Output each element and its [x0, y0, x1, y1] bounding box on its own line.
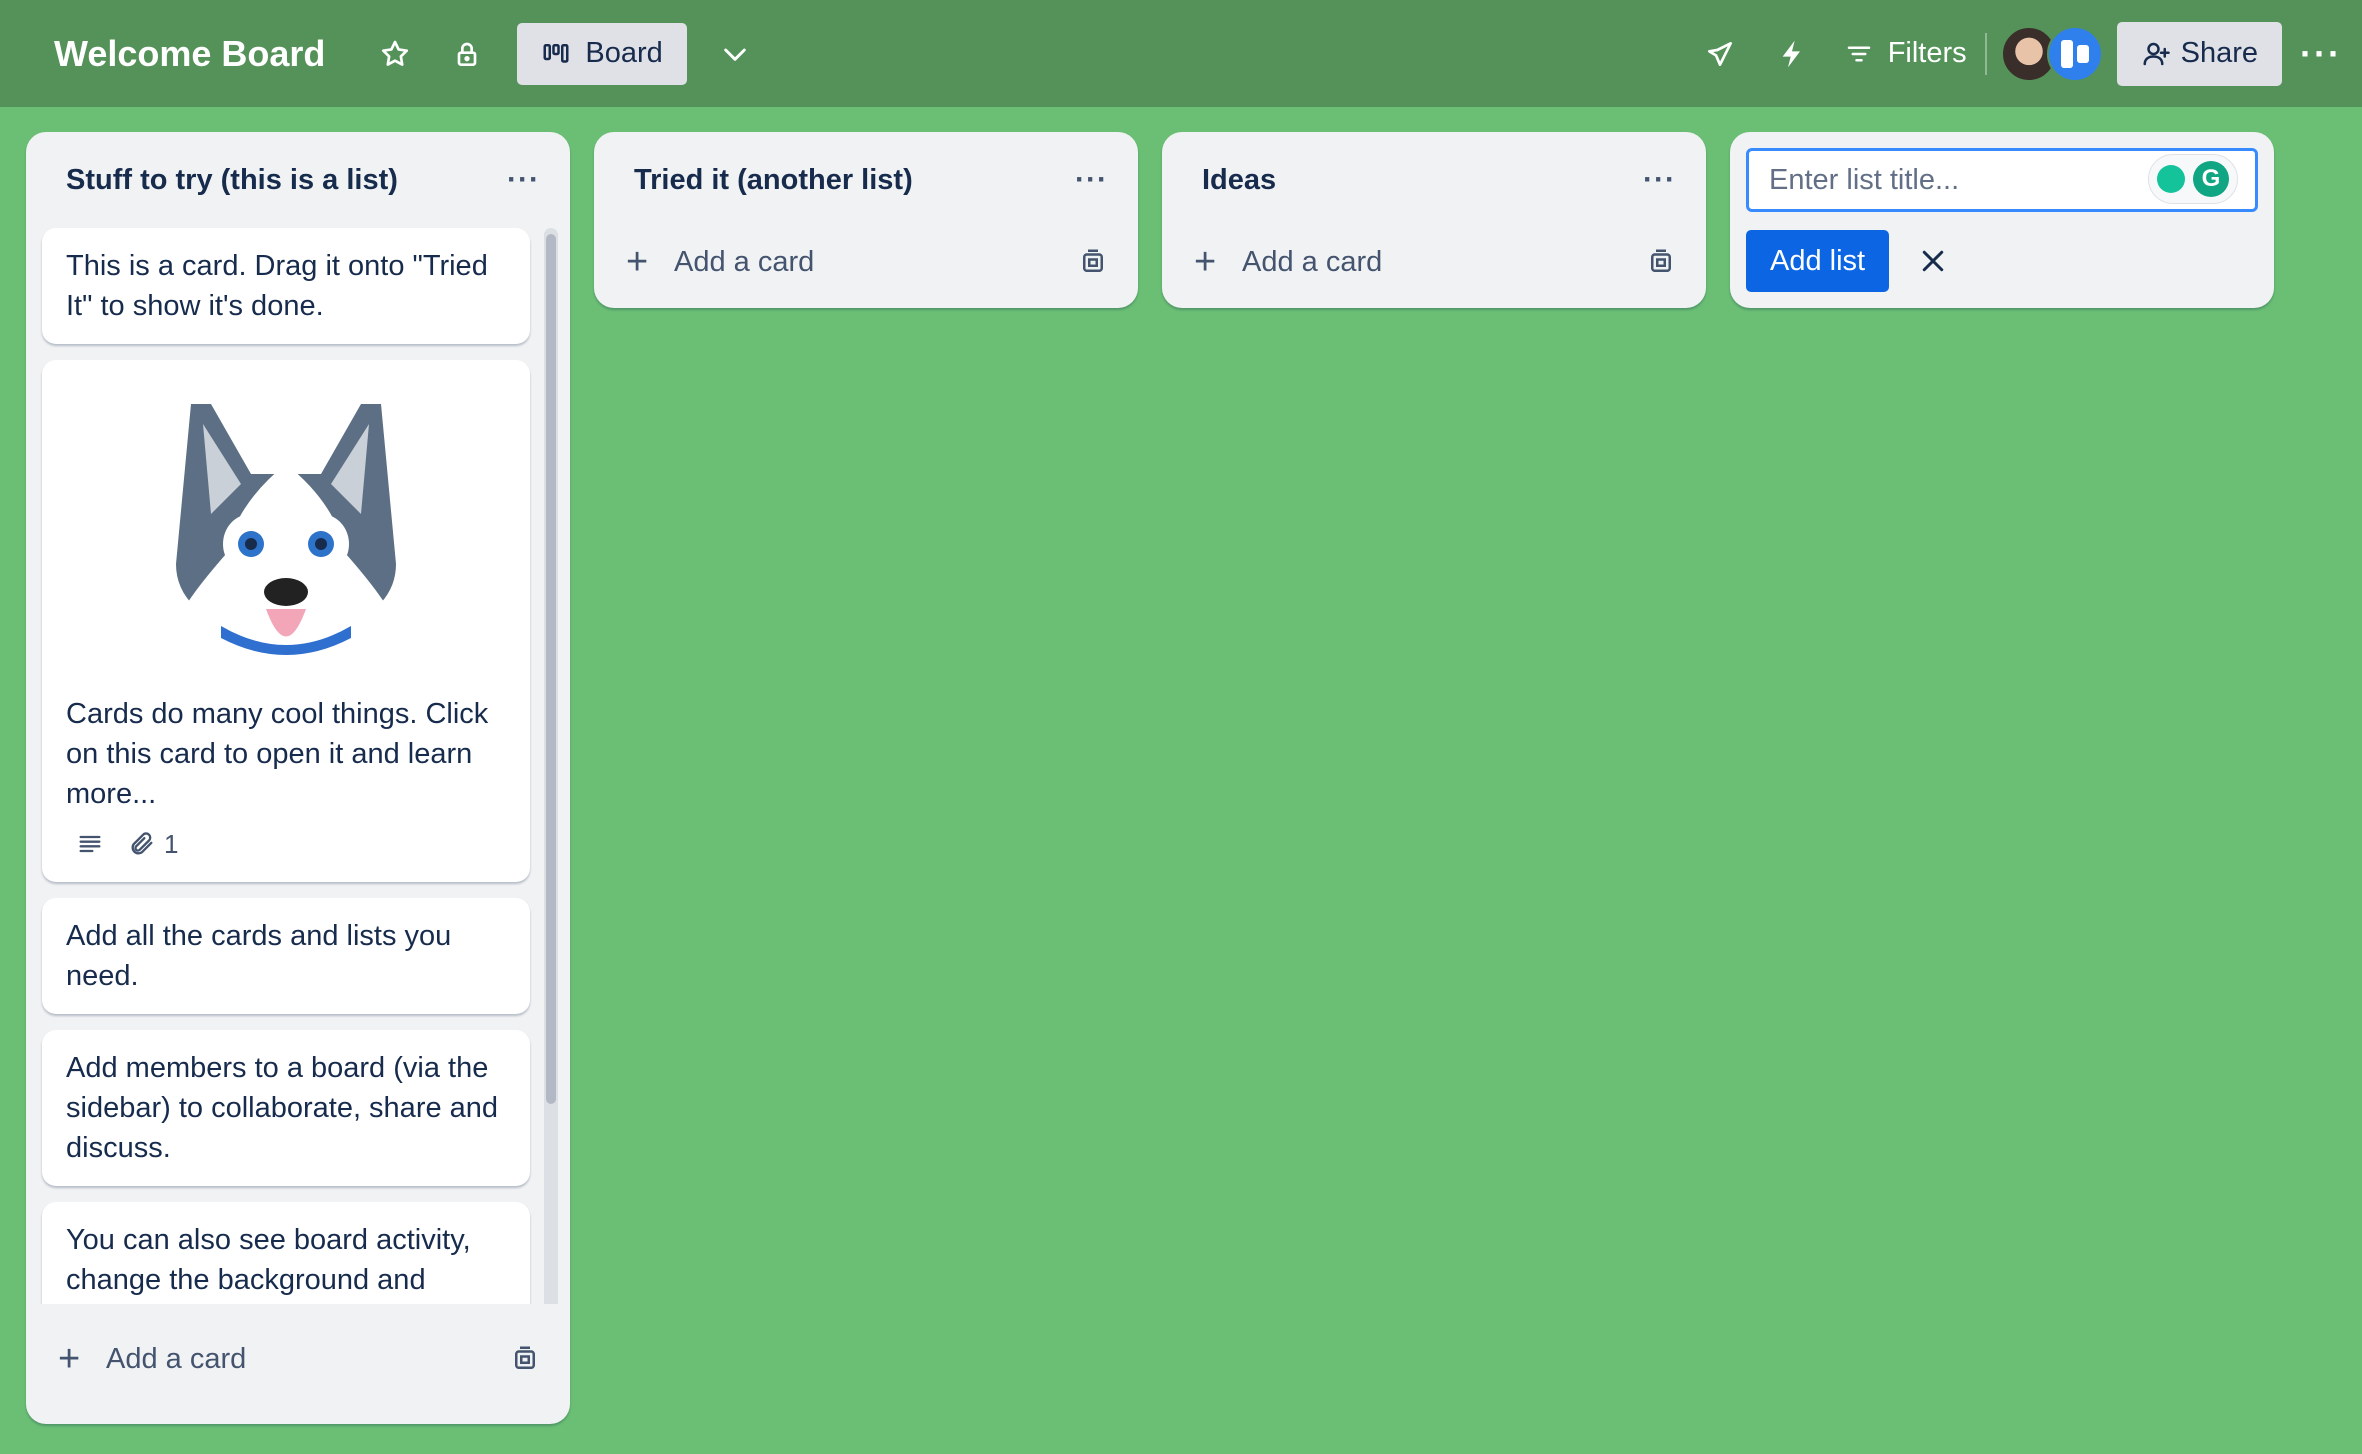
board-view-icon [543, 43, 569, 63]
card[interactable]: Add all the cards and lists you need. [42, 898, 530, 1014]
list-header: Tried it (another list) ··· [594, 132, 1138, 228]
add-card-button[interactable]: + Add a card [1162, 228, 1706, 296]
automation-icon[interactable] [1762, 24, 1822, 84]
card-badges: 1 [66, 824, 506, 864]
share-label: Share [2180, 37, 2259, 69]
card-list: This is a card. Drag it onto "Tried It" … [26, 228, 570, 1304]
create-from-template-icon[interactable] [510, 1344, 540, 1374]
filters-label: Filters [1887, 37, 1967, 69]
husky-image [66, 374, 506, 684]
board-view-button[interactable]: Board [517, 22, 687, 85]
plus-icon: + [1194, 241, 1217, 283]
list-title[interactable]: Tried it (another list) [634, 164, 913, 197]
power-ups-icon[interactable] [1690, 24, 1750, 84]
card[interactable]: Add members to a board (via the sidebar)… [42, 1030, 530, 1186]
list-menu-icon[interactable]: ··· [1075, 163, 1108, 197]
filters-button[interactable]: Filters [1844, 37, 1967, 70]
star-icon[interactable] [365, 24, 425, 84]
card-text: Add all the cards and lists you need. [66, 920, 452, 992]
card[interactable]: This is a card. Drag it onto "Tried It" … [42, 228, 530, 344]
description-icon [79, 835, 101, 853]
add-card-button[interactable]: + Add a card [26, 1304, 570, 1414]
more-options-icon[interactable]: ··· [2300, 33, 2342, 75]
grammarly-widget[interactable]: G [2148, 154, 2238, 204]
list-title[interactable]: Stuff to try (this is a list) [66, 164, 398, 197]
add-person-icon [2143, 42, 2170, 65]
grammarly-logo-icon[interactable]: G [2193, 161, 2229, 197]
list-ideas: Ideas ··· + Add a card [1162, 132, 1706, 308]
card-text: Cards do many cool things. Click on this… [66, 698, 489, 810]
list-header: Ideas ··· [1162, 132, 1706, 228]
chevron-down-icon[interactable] [705, 24, 765, 84]
add-card-label: Add a card [1242, 245, 1383, 278]
trello-avatar[interactable] [2046, 25, 2103, 82]
filter-icon [1847, 46, 1870, 61]
list-tried-it: Tried it (another list) ··· + Add a card [594, 132, 1138, 308]
header-divider [1984, 32, 1987, 75]
card[interactable]: Cards do many cool things. Click on this… [42, 360, 530, 882]
card[interactable]: You can also see board activity, change … [42, 1202, 530, 1304]
create-from-template-icon[interactable] [1646, 247, 1676, 277]
close-icon[interactable] [1913, 241, 1953, 281]
add-card-label: Add a card [674, 245, 815, 278]
card-text: This is a card. Drag it onto "Tried It" … [66, 250, 488, 322]
board-title[interactable]: Welcome Board [54, 33, 325, 75]
add-list-actions: Add list [1746, 230, 2258, 292]
add-card-button[interactable]: + Add a card [594, 228, 1138, 296]
add-list-button[interactable]: Add list [1746, 230, 1890, 292]
list-header: Stuff to try (this is a list) ··· [26, 132, 570, 228]
add-list-form: G Add list [1730, 132, 2274, 308]
list-scrollbar[interactable] [544, 228, 558, 1304]
scrollbar-thumb[interactable] [546, 234, 556, 1104]
card-text: Add members to a board (via the sidebar)… [66, 1052, 499, 1164]
plus-icon: + [626, 241, 649, 283]
list-stuff-to-try: Stuff to try (this is a list) ··· This i… [26, 132, 570, 1424]
lock-icon[interactable] [437, 24, 497, 84]
paperclip-icon [131, 832, 153, 855]
add-card-label: Add a card [106, 1342, 247, 1375]
board-view-label: Board [585, 37, 663, 69]
grammarly-suggestion-icon[interactable] [2157, 165, 2185, 193]
plus-icon: + [58, 1338, 81, 1380]
card-text: You can also see board activity, change … [66, 1224, 471, 1296]
attachment-badge: 1 [128, 824, 178, 864]
attachment-count: 1 [164, 829, 179, 859]
create-from-template-icon[interactable] [1078, 247, 1108, 277]
board-header: Welcome Board Board Filters Share ··· [0, 0, 2362, 107]
share-button[interactable]: Share [2116, 21, 2283, 86]
list-menu-icon[interactable]: ··· [1643, 163, 1676, 197]
list-title[interactable]: Ideas [1202, 164, 1276, 197]
list-menu-icon[interactable]: ··· [507, 163, 540, 197]
